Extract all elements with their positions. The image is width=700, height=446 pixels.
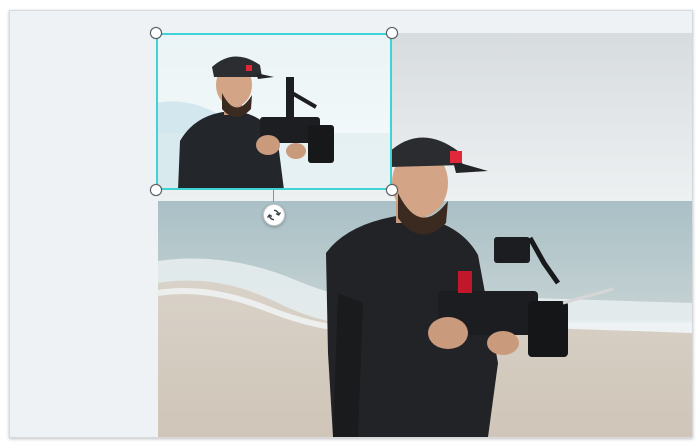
editor-window xyxy=(0,0,700,446)
editor-canvas[interactable] xyxy=(9,10,693,438)
overlay-photo-layer[interactable] xyxy=(156,33,392,190)
resize-handle-top-left[interactable] xyxy=(150,27,162,39)
rotate-handle[interactable] xyxy=(263,204,285,226)
resize-handle-bottom-left[interactable] xyxy=(150,184,162,196)
resize-handle-bottom-right[interactable] xyxy=(386,184,398,196)
rotate-icon xyxy=(267,209,281,221)
rotate-handle-stem xyxy=(273,190,274,202)
resize-handle-top-right[interactable] xyxy=(386,27,398,39)
videographer-closeup-image xyxy=(156,33,392,190)
